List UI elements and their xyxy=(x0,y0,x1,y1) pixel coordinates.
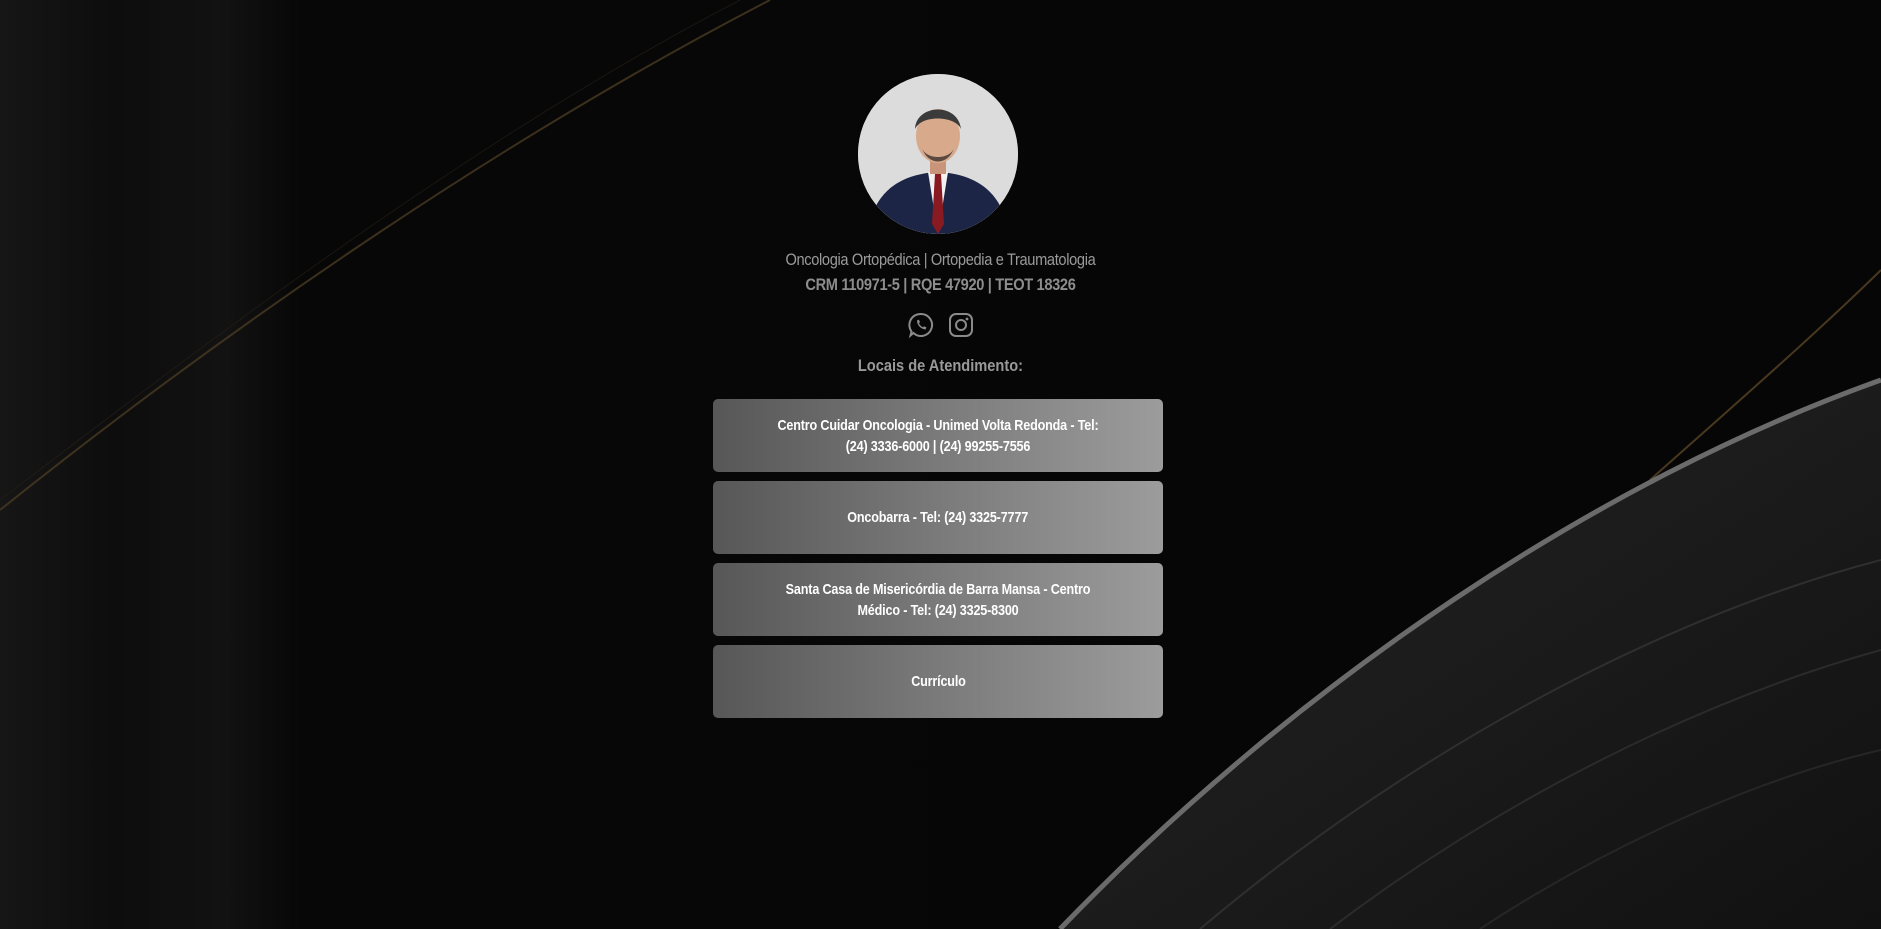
link-label: Currículo xyxy=(910,673,966,690)
registration-text: CRM 110971-5 | RQE 47920 | TEOT 18326 xyxy=(805,275,1076,294)
link-label: Centro Cuidar Oncologia - Unimed Volta R… xyxy=(777,416,1099,455)
social-links xyxy=(0,312,1881,338)
link-button-santa-casa[interactable]: Santa Casa de Misericórdia de Barra Mans… xyxy=(713,563,1163,636)
link-list: Centro Cuidar Oncologia - Unimed Volta R… xyxy=(713,399,1163,727)
link-button-centro-cuidar[interactable]: Centro Cuidar Oncologia - Unimed Volta R… xyxy=(713,399,1163,472)
whatsapp-icon[interactable] xyxy=(907,312,934,338)
link-button-oncobarra[interactable]: Oncobarra - Tel: (24) 3325-7777 xyxy=(713,481,1163,554)
link-label: Santa Casa de Misericórdia de Barra Mans… xyxy=(785,580,1091,619)
profile-avatar xyxy=(858,74,1018,234)
specialty-text: Oncologia Ortopédica | Ortopedia e Traum… xyxy=(785,250,1096,269)
link-page: Oncologia Ortopédica | Ortopedia e Traum… xyxy=(0,0,1881,929)
link-label: Oncobarra - Tel: (24) 3325-7777 xyxy=(847,509,1029,526)
section-title: Locais de Atendimento: xyxy=(857,356,1024,375)
instagram-icon[interactable] xyxy=(948,312,974,338)
link-button-curriculo[interactable]: Currículo xyxy=(713,645,1163,718)
